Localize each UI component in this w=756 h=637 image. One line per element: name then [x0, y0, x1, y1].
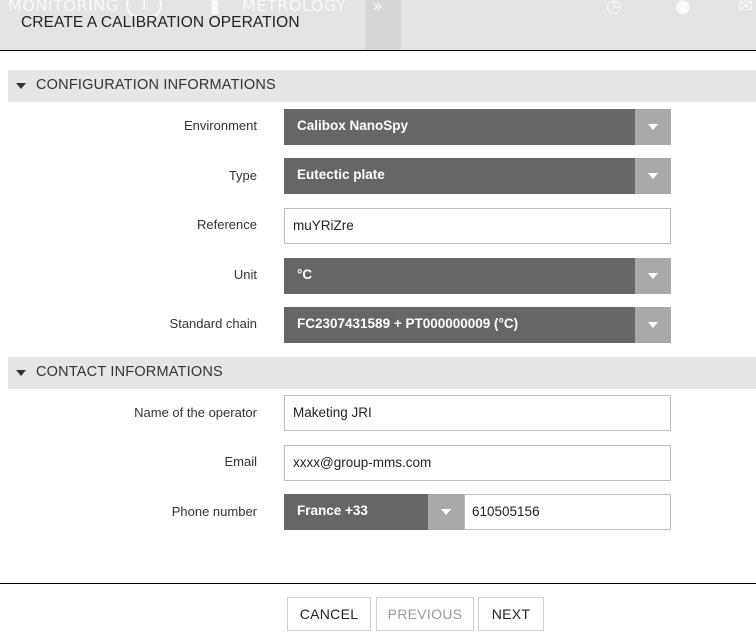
previous-button[interactable]: PREVIOUS — [376, 597, 474, 631]
reference-value: muYRiZre — [293, 218, 354, 233]
section-configuration-header[interactable]: CONFIGURATION INFORMATIONS — [8, 70, 756, 102]
caret-down-icon — [16, 83, 26, 89]
operator-value: Maketing JRI — [293, 405, 372, 420]
unit-value: °C — [297, 267, 313, 282]
clock-icon[interactable]: ◷ — [606, 0, 622, 17]
phone-number-value: 610505156 — [472, 504, 540, 519]
footer-divider — [0, 583, 756, 584]
dropdown-arrow-icon[interactable] — [635, 307, 671, 343]
reference-input[interactable]: muYRiZre — [284, 208, 671, 244]
nav-metrology[interactable]: METROLOGY — [242, 0, 346, 15]
cancel-button[interactable]: CANCEL — [287, 597, 371, 631]
operator-input[interactable]: Maketing JRI — [284, 395, 671, 431]
mail-icon[interactable]: ✉ — [738, 0, 753, 17]
standard-chain-select[interactable]: FC2307431589 + PT000000009 (°C) — [284, 307, 671, 343]
dropdown-arrow-icon[interactable] — [635, 109, 671, 145]
next-button[interactable]: NEXT — [478, 597, 544, 631]
type-label: Type — [228, 168, 257, 183]
nav-monitoring[interactable]: MONITORING — [8, 0, 119, 15]
environment-select[interactable]: Calibox NanoSpy — [284, 109, 671, 145]
environment-value: Calibox NanoSpy — [297, 118, 409, 133]
caret-down-icon — [16, 370, 26, 376]
email-input[interactable]: xxxx@group-mms.com — [284, 445, 671, 481]
email-value: xxxx@group-mms.com — [293, 455, 432, 470]
title-divider — [0, 50, 756, 51]
standard-chain-label: Standard chain — [169, 316, 257, 331]
section-contact-label: CONTACT INFORMATIONS — [36, 364, 223, 380]
phone-country-value: France +33 — [297, 503, 368, 518]
dropdown-arrow-icon[interactable] — [635, 158, 671, 194]
email-label: Email — [224, 454, 257, 469]
phone-label: Phone number — [171, 504, 257, 519]
reference-label: Reference — [197, 217, 257, 232]
standard-chain-value: FC2307431589 + PT000000009 (°C) — [297, 316, 519, 331]
phone-number-input[interactable]: 610505156 — [464, 494, 671, 530]
phone-country-select[interactable]: France +33 — [284, 494, 464, 530]
section-contact-header[interactable]: CONTACT INFORMATIONS — [8, 357, 756, 389]
environment-label: Environment — [184, 118, 257, 133]
type-select[interactable]: Eutectic plate — [284, 158, 671, 194]
dropdown-arrow-icon[interactable] — [635, 258, 671, 294]
modal-title: CREATE A CALIBRATION OPERATION — [21, 14, 300, 31]
chevron-double-right-icon: » — [372, 0, 384, 17]
unit-label: Unit — [233, 267, 257, 282]
section-configuration-label: CONFIGURATION INFORMATIONS — [36, 77, 276, 93]
user-icon[interactable]: ● — [675, 0, 691, 17]
operator-label: Name of the operator — [134, 405, 257, 420]
type-value: Eutectic plate — [297, 167, 385, 182]
unit-select[interactable]: °C — [284, 258, 671, 294]
dropdown-arrow-icon[interactable] — [428, 494, 464, 530]
